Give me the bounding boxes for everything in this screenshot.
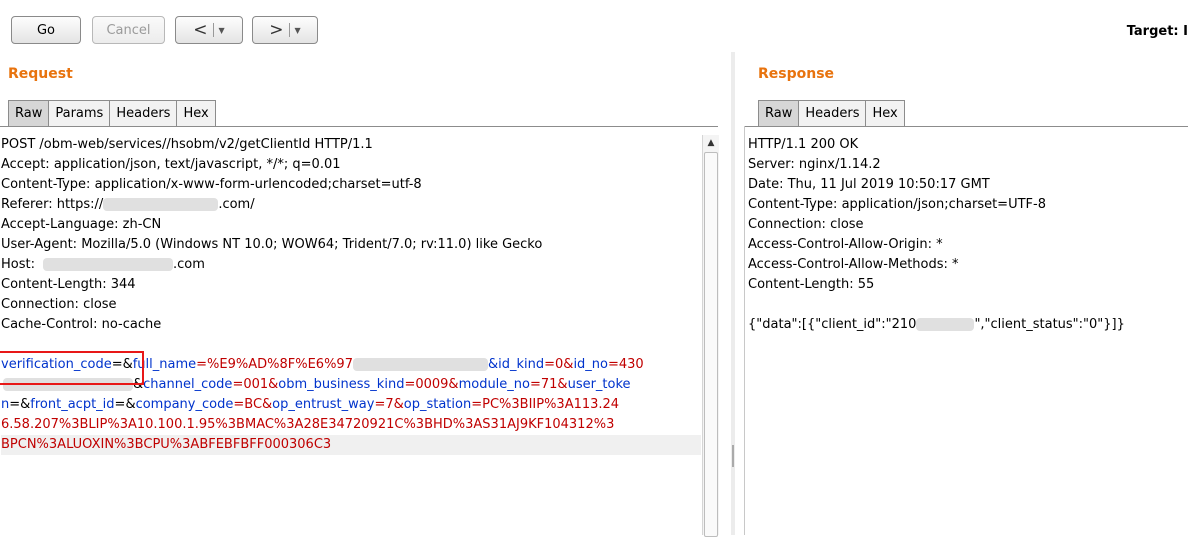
accept-header: Accept: application/json, text/javascrip…: [1, 157, 341, 172]
response-tab-headers[interactable]: Headers: [798, 100, 867, 126]
server-header: Server: nginx/1.14.2: [748, 157, 881, 172]
redacted-host: [42, 258, 173, 271]
cors-origin-header: Access-Control-Allow-Origin: *: [748, 237, 943, 252]
request-tab-raw[interactable]: Raw: [8, 100, 50, 126]
host-prefix: Host:: [1, 257, 35, 272]
referer-prefix: Referer: https://: [1, 197, 104, 212]
request-tabs-divider: [0, 126, 718, 127]
response-tabs-divider: [744, 126, 1188, 127]
request-editor[interactable]: POST /obm-web/services//hsobm/v2/getClie…: [1, 135, 701, 455]
response-tabs: Raw Headers Hex: [758, 100, 905, 126]
cors-methods-header: Access-Control-Allow-Methods: *: [748, 257, 959, 272]
request-tab-hex[interactable]: Hex: [176, 100, 216, 126]
back-arrow-icon: <: [193, 20, 208, 40]
go-button[interactable]: Go: [11, 16, 81, 44]
referer-header: Referer: https:// .com/: [1, 195, 701, 215]
back-button[interactable]: < ▼: [175, 16, 243, 44]
body-line-3: n=&front_acpt_id=&company_code=BC&op_ent…: [1, 397, 620, 412]
redacted-client-id: [916, 318, 975, 331]
request-scrollbar-thumb[interactable]: [704, 152, 718, 537]
response-blank-line: [748, 295, 1184, 315]
forward-dropdown-icon[interactable]: ▼: [295, 26, 301, 35]
back-divider: [212, 23, 214, 37]
cancel-button-label: Cancel: [106, 22, 151, 38]
body-line-4: 6.58.207%3BLIP%3A10.100.1.95%3BMAC%3A28E…: [1, 417, 615, 432]
date-header: Date: Thu, 11 Jul 2019 10:50:17 GMT: [748, 177, 990, 192]
request-tabs: Raw Params Headers Hex: [8, 100, 216, 126]
cache-control-header: Cache-Control: no-cache: [1, 317, 162, 332]
target-label[interactable]: Target: I: [1127, 24, 1188, 39]
status-line: HTTP/1.1 200 OK: [748, 137, 859, 152]
host-suffix: .com: [172, 257, 205, 272]
referer-suffix: .com/: [218, 197, 255, 212]
response-content-length: Content-Length: 55: [748, 277, 875, 292]
connection-header: Connection: close: [1, 297, 117, 312]
forward-arrow-icon: >: [269, 20, 284, 40]
host-header: Host: .com: [1, 255, 701, 275]
back-dropdown-icon[interactable]: ▼: [219, 26, 225, 35]
response-left-border: [744, 126, 745, 535]
request-line: POST /obm-web/services//hsobm/v2/getClie…: [1, 137, 373, 152]
user-agent-header: User-Agent: Mozilla/5.0 (Windows NT 10.0…: [1, 237, 543, 252]
response-tab-hex[interactable]: Hex: [865, 100, 905, 126]
response-connection: Connection: close: [748, 217, 864, 232]
accept-language-header: Accept-Language: zh-CN: [1, 217, 162, 232]
request-title: Request: [8, 66, 73, 82]
forward-divider: [288, 23, 290, 37]
body-line-5: BPCN%3ALUOXIN%3BCPU%3ABFEBFBFF000306C3: [1, 435, 701, 455]
content-length-header: Content-Length: 344: [1, 277, 136, 292]
splitter-grip-icon[interactable]: [732, 445, 734, 467]
content-type-header: Content-Type: application/x-www-form-url…: [1, 177, 422, 192]
json-prefix: {"data":[{"client_id":"210: [748, 317, 917, 332]
redacted-name: [352, 358, 488, 371]
highlight-box: [0, 351, 144, 385]
response-title: Response: [758, 66, 835, 82]
cancel-button[interactable]: Cancel: [92, 16, 165, 44]
redacted-domain: [103, 198, 219, 211]
response-tab-raw[interactable]: Raw: [758, 100, 800, 126]
scroll-up-icon[interactable]: ▲: [703, 135, 719, 151]
response-json: {"data":[{"client_id":"210 ","client_stat…: [748, 315, 1184, 335]
response-content-type: Content-Type: application/json;charset=U…: [748, 197, 1046, 212]
request-tab-params[interactable]: Params: [48, 100, 111, 126]
request-tab-headers[interactable]: Headers: [109, 100, 178, 126]
response-viewer[interactable]: HTTP/1.1 200 OK Server: nginx/1.14.2 Dat…: [748, 135, 1184, 335]
forward-button[interactable]: > ▼: [252, 16, 318, 44]
go-button-label: Go: [36, 22, 56, 38]
json-suffix: ","client_status":"0"}]}: [974, 317, 1125, 332]
